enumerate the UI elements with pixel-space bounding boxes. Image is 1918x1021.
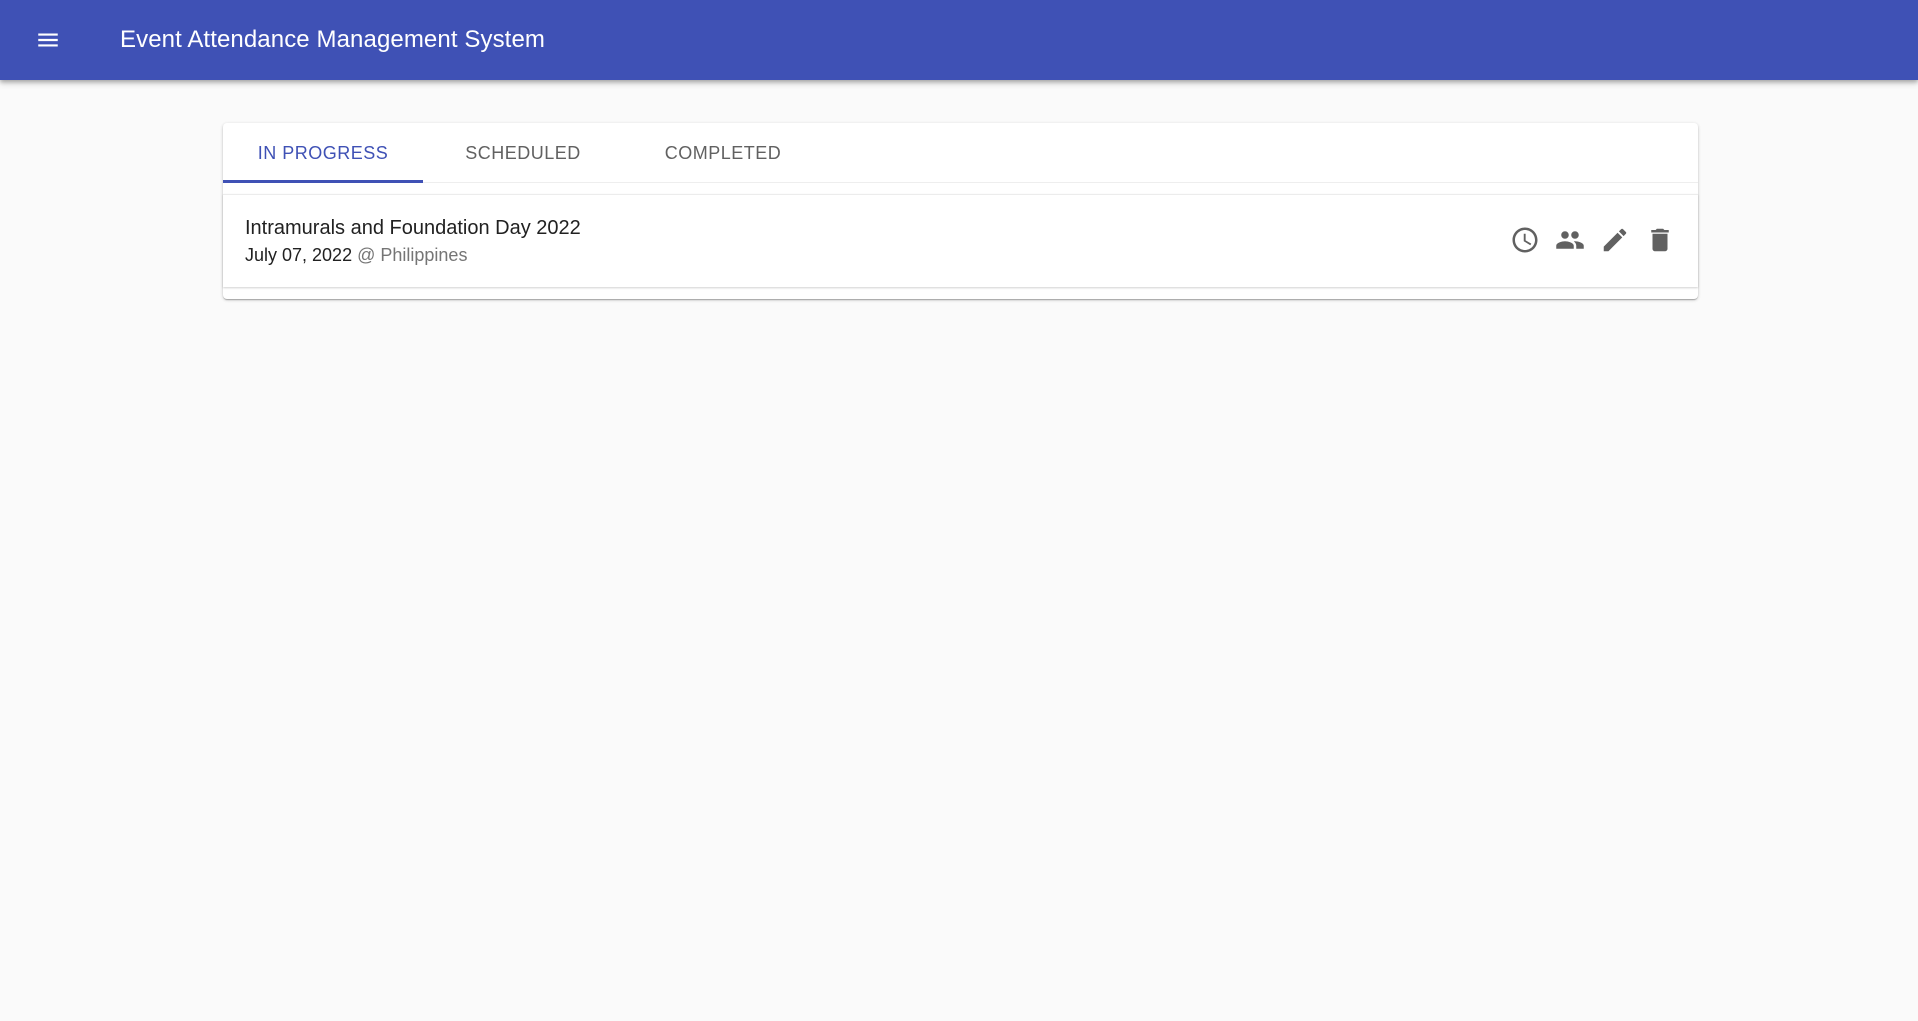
- people-icon: [1556, 231, 1584, 249]
- event-meta: July 07, 2022 @ Philippines: [245, 245, 467, 266]
- active-tab-indicator: [223, 180, 423, 183]
- menu-button[interactable]: [24, 16, 72, 64]
- events-card: IN PROGRESS SCHEDULED COMPLETED Intramur…: [223, 123, 1698, 299]
- tab-scheduled[interactable]: SCHEDULED: [423, 123, 623, 183]
- trash-icon: [1651, 228, 1669, 252]
- tab-in-progress[interactable]: IN PROGRESS: [223, 123, 423, 183]
- event-list: Intramurals and Foundation Day 2022 July…: [223, 194, 1698, 287]
- delete-event-button[interactable]: [1642, 222, 1678, 258]
- event-location: Philippines: [380, 245, 468, 265]
- app-title: Event Attendance Management System: [120, 26, 545, 53]
- event-at-separator: @: [357, 245, 376, 265]
- event-date: July 07, 2022: [245, 245, 353, 265]
- clock-icon: [1512, 227, 1538, 253]
- tab-completed[interactable]: COMPLETED: [623, 123, 823, 183]
- edit-event-button[interactable]: [1597, 222, 1633, 258]
- app-bar: Event Attendance Management System: [0, 0, 1918, 80]
- event-title: Intramurals and Foundation Day 2022: [245, 217, 581, 239]
- status-tabs: IN PROGRESS SCHEDULED COMPLETED: [223, 123, 1698, 183]
- attendees-button[interactable]: [1552, 222, 1588, 258]
- attendance-time-button[interactable]: [1507, 222, 1543, 258]
- pencil-icon: [1603, 228, 1627, 252]
- hamburger-menu-icon: [38, 33, 58, 47]
